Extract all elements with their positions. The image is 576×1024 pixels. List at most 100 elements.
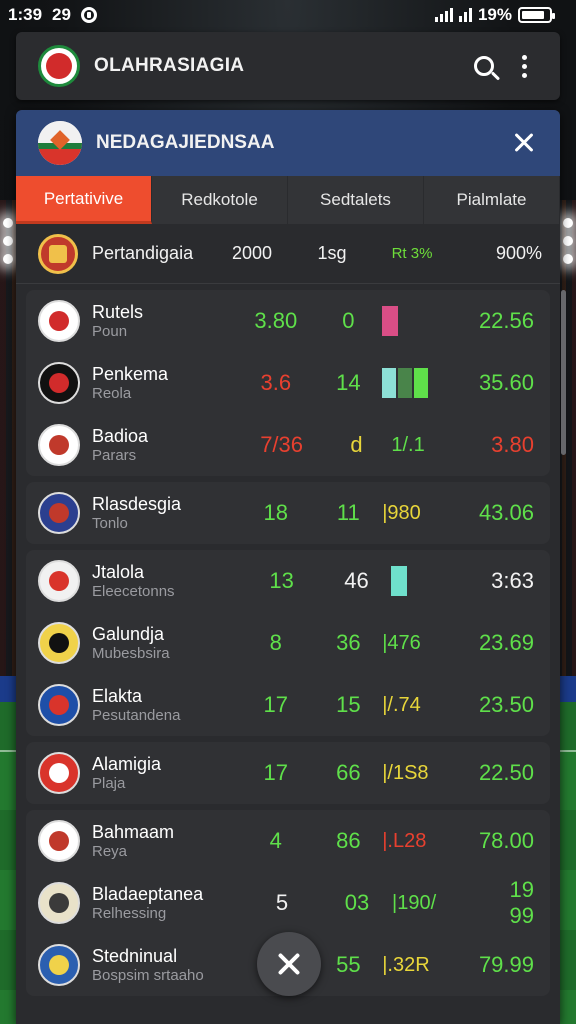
panel-crest-icon [38,121,82,165]
team-name: Elakta [92,686,143,707]
table-row[interactable]: Galundja Mubesbsira 8 36 |476 23.69 [26,612,550,674]
team-name-block: Galundja Mubesbsira [92,624,237,662]
tab-0[interactable]: Pertativive [16,176,152,224]
team-crest-icon [38,944,80,986]
team-name: Jtalola [92,562,145,583]
stat-col-3: |476 [382,632,479,655]
header-col-4: 900% [495,243,542,263]
stat-col-2: 55 [336,952,361,977]
team-subtitle: Reya [92,842,128,860]
stat-col-2: 66 [336,760,361,785]
team-name-block: Elakta Pesutandena [92,686,237,724]
header-name: Pertandigaia [92,243,194,263]
stat-col-3: |.32R [382,954,479,977]
battery-icon [518,7,555,23]
stat-col-2: 11 [336,500,360,525]
stat-col-1: 3.6 [260,370,292,395]
panel-title: NEDAGAJIEDNSAA [96,132,275,153]
team-name: Bladaeptanea [92,884,204,905]
stat-col-2: 15 [336,692,361,717]
stat-col-3: |/1S8 [382,762,479,785]
stat-col-4: 23.50 [478,692,534,717]
stat-col-1: 8 [269,630,282,655]
row-group: Rlasdesgia Tonlo 18 11 |980 43.06 [26,482,550,544]
table-row[interactable]: Bahmaam Reya 4 86 |.L28 78.00 [26,810,550,872]
stat-bar [382,306,399,336]
team-subtitle: Bospsim srtaaho [92,966,204,984]
stat-col-3-text: |.32R [382,953,430,976]
team-name-block: Jtalola Eleecetonns [92,562,242,600]
row-group: Jtalola Eleecetonns 13 46 3:63 Galundja … [26,550,550,736]
stat-col-1: 4 [269,828,282,853]
team-crest-icon [38,820,80,862]
team-subtitle: Eleecetonns [92,582,175,600]
tab-2[interactable]: Sedtalets [288,176,424,224]
stat-bar [391,566,408,596]
close-fab-button[interactable] [257,932,321,996]
table-row[interactable]: Jtalola Eleecetonns 13 46 3:63 [26,550,550,612]
team-name-block: Bahmaam Reya [92,822,237,860]
row-group: Rutels Poun 3.80 0 22.56 Penkema Reola 3… [26,290,550,476]
team-name: Galundja [92,624,165,645]
stat-col-3-text: |.L28 [382,829,427,852]
team-subtitle: Tonlo [92,514,128,532]
team-crest-icon [38,752,80,794]
more-menu-button[interactable] [504,46,544,86]
stat-col-1: 7/36 [260,432,304,457]
team-subtitle: Pesutandena [92,706,181,724]
floodlights-left [0,210,16,270]
stat-col-2: 0 [342,308,355,333]
stat-col-3: |980 [382,502,479,525]
wifi-signal-icon [434,8,453,22]
table-row[interactable]: Elakta Pesutandena 17 15 |/.74 23.50 [26,674,550,736]
app-title: OLAHRASIAGIA [94,55,245,76]
stat-col-1: 17 [263,760,289,785]
table-row[interactable]: Penkema Reola 3.6 14 35.60 [26,352,550,414]
search-button[interactable] [464,46,504,86]
table-header-row: Pertandigaia 2000 1sg Rt 3% 900% [16,224,560,284]
panel-header: NEDAGAJIEDNSAA [16,110,560,176]
team-name-block: Bladaeptanea Relhessing [92,884,242,922]
scrollbar[interactable] [561,290,566,455]
stat-col-3 [391,566,491,596]
team-name-block: Rlasdesgia Tonlo [92,494,237,532]
search-icon [474,56,494,76]
close-panel-button[interactable] [504,123,544,163]
table-row[interactable]: Alamigia Plaja 17 66 |/1S8 22.50 [26,742,550,804]
standings-panel: NEDAGAJIEDNSAA Pertativive Redkotole Sed… [16,110,560,1024]
team-crest-icon [38,882,80,924]
stat-col-1: 18 [263,500,289,525]
app-logo-icon[interactable] [38,45,80,87]
row-group: Alamigia Plaja 17 66 |/1S8 22.50 [26,742,550,804]
header-col-3: Rt 3% [391,245,433,262]
header-col-1: 2000 [231,243,273,263]
team-crest-icon [38,684,80,726]
table-row[interactable]: Rutels Poun 3.80 0 22.56 [26,290,550,352]
stat-col-2: 86 [336,828,361,853]
stat-bar [414,368,429,398]
stat-col-4: 22.56 [478,308,534,333]
table-row[interactable]: Bladaeptanea Relhessing 5 03 |190/ 19 99 [26,872,550,934]
stat-col-4: 3.80 [491,432,534,457]
tab-3[interactable]: Pialmlate [424,176,560,224]
team-crest-icon [38,492,80,534]
team-name-block: Stedninual Bospsim srtaaho [92,946,237,984]
stat-col-4: 19 99 [509,877,534,928]
stat-col-3: |/.74 [382,694,479,717]
tab-1[interactable]: Redkotole [152,176,288,224]
team-subtitle: Reola [92,384,132,402]
team-name-block: Alamigia Plaja [92,754,237,792]
stat-col-4: 3:63 [491,568,534,593]
stat-col-3-text: |/.74 [382,693,421,716]
status-left: 1:39 29 [8,5,97,25]
team-name-block: Rutels Poun [92,302,237,340]
status-extra: 29 [52,5,71,24]
team-name: Penkema [92,364,169,385]
cell-signal-icon [458,8,472,22]
table-row[interactable]: Badioa Parars 7/36 d 1/.1 3.80 [26,414,550,476]
table-row[interactable]: Rlasdesgia Tonlo 18 11 |980 43.06 [26,482,550,544]
team-crest-icon [38,622,80,664]
team-crest-icon [38,424,80,466]
team-crest-icon [38,362,80,404]
stat-col-3-text: 1/.1 [391,433,425,456]
